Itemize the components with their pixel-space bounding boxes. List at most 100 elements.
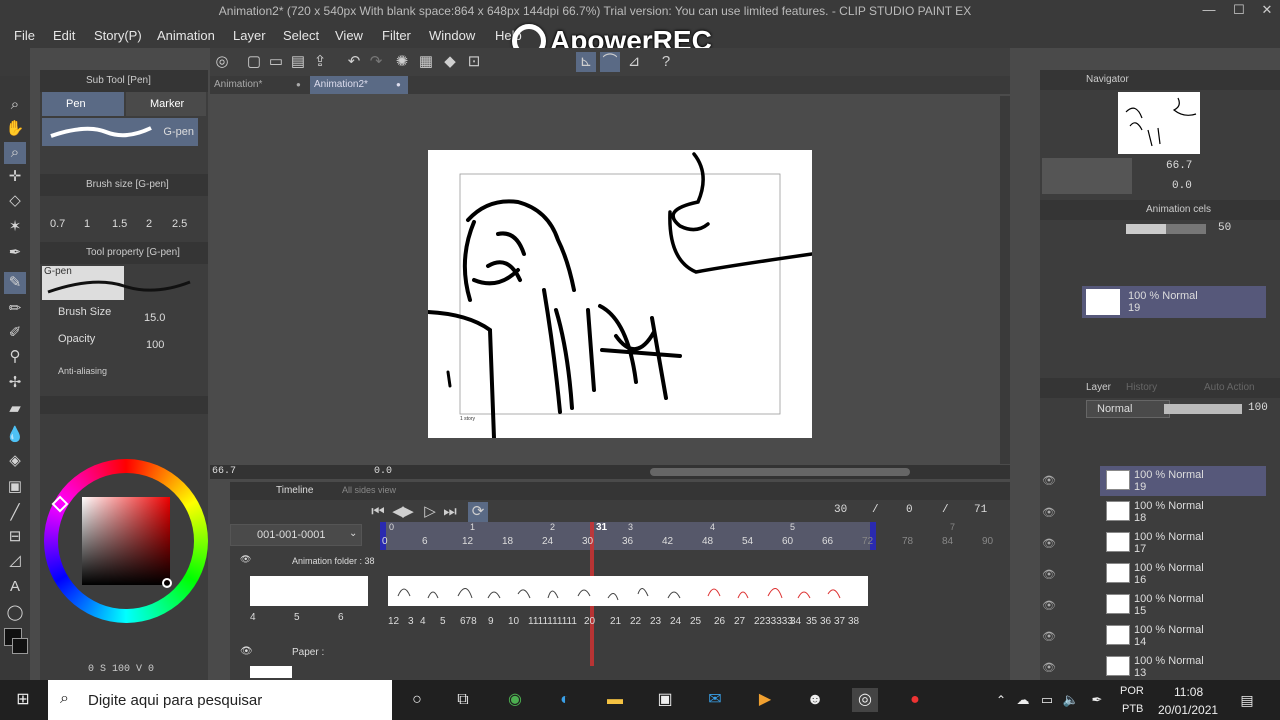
menu-animation[interactable]: Animation (157, 28, 215, 43)
clock-date[interactable]: 20/01/2021 (1158, 703, 1218, 717)
blend-icon[interactable]: 💧 (4, 424, 26, 446)
cel-opacity-slider[interactable] (1126, 224, 1206, 234)
clear-icon[interactable]: ✺ (392, 52, 412, 72)
ruler-snap-icon[interactable]: ⊾ (576, 52, 596, 72)
chrome-icon[interactable]: ◉ (502, 688, 528, 712)
sub-color-swatch[interactable] (12, 638, 28, 654)
eye-icon[interactable]: 👁 (1042, 537, 1056, 551)
eye-icon[interactable]: 👁 (1042, 568, 1056, 582)
tab-history[interactable]: History (1126, 378, 1157, 398)
loop-icon[interactable]: ⟳ (468, 502, 488, 522)
decoration-icon[interactable]: ✢ (4, 372, 26, 394)
cortana-icon[interactable]: ○ (404, 688, 430, 712)
left-cel-strip[interactable] (250, 576, 368, 606)
taskbar-search[interactable]: ⌕ Digite aqui para pesquisar (48, 680, 392, 720)
menu-filter[interactable]: Filter (382, 28, 411, 43)
layer-row[interactable]: 100 % Normal 17 (1100, 528, 1266, 558)
pen-icon[interactable]: ✒ (1084, 688, 1110, 712)
redo-icon[interactable]: ↷ (366, 52, 386, 72)
minimize-button[interactable]: — (1196, 2, 1222, 22)
last-frame-icon[interactable]: ⏭ (440, 502, 460, 522)
eye-icon[interactable]: 👁 (1042, 506, 1056, 520)
fill-bucket-icon[interactable]: ◈ (4, 450, 26, 472)
blend-mode-select[interactable]: Normal (1086, 400, 1170, 418)
brush-size-value[interactable]: 15.0 (144, 312, 165, 324)
first-frame-icon[interactable]: ⏮ (368, 502, 388, 522)
layer-row[interactable]: 100 % Normal 13 (1100, 652, 1266, 680)
ruler-icon[interactable]: ◿ (4, 550, 26, 572)
rotation-value[interactable]: 0.0 (374, 466, 392, 477)
animation-cel-row[interactable]: 100 % Normal 19 (1082, 286, 1266, 318)
brush-size-item[interactable]: 1 (84, 218, 90, 230)
next-frame-icon[interactable]: ▷ (420, 502, 440, 522)
eye-icon[interactable]: 👁 (1042, 661, 1056, 675)
move-tool-icon[interactable]: ✛ (4, 166, 26, 188)
pen-tool-icon[interactable]: ✎ (4, 272, 26, 294)
fill-icon[interactable]: ▦ (416, 52, 436, 72)
eye-icon[interactable]: 👁 (1042, 630, 1056, 644)
doc-tab-animation2[interactable]: Animation2* ● (310, 76, 408, 94)
new-file-icon[interactable]: ▢ (244, 52, 264, 72)
grid-snap-icon[interactable]: ⊿ (624, 52, 644, 72)
store-icon[interactable]: ▣ (652, 688, 678, 712)
layer-opacity-slider[interactable] (1164, 404, 1242, 414)
brush-tool-icon[interactable]: ✐ (4, 322, 26, 344)
zoom-value[interactable]: 66.7 (212, 466, 236, 477)
crop-icon[interactable]: ⊡ (464, 52, 484, 72)
recorder-taskbar-icon[interactable]: ● (902, 688, 928, 712)
menu-story[interactable]: Story(P) (94, 28, 142, 43)
tab-marker[interactable]: Marker (126, 92, 206, 116)
clip-studio-taskbar-icon[interactable]: ◎ (852, 688, 878, 712)
cloud-icon[interactable]: ☁ (1010, 688, 1036, 712)
media-player-icon[interactable]: ▶ (752, 688, 778, 712)
tab-pen[interactable]: Pen (42, 92, 124, 116)
brush-size-item[interactable]: 2.5 (172, 218, 187, 230)
network-icon[interactable]: ▭ (1034, 688, 1060, 712)
navigator-zoom[interactable]: 66.7 (1166, 160, 1192, 172)
brush-size-item[interactable]: 1.5 (112, 218, 127, 230)
language-line1[interactable]: POR (1120, 685, 1144, 697)
cel-strip[interactable] (388, 576, 868, 606)
airbrush-icon[interactable]: ⚲ (4, 346, 26, 368)
zoom-active-icon[interactable]: ⌕ (4, 142, 26, 164)
mail-icon[interactable]: ✉ (702, 688, 728, 712)
frame-icon[interactable]: ⊟ (4, 526, 26, 548)
app-icon[interactable]: ☻ (802, 688, 828, 712)
navigator-rotation[interactable]: 0.0 (1172, 180, 1192, 192)
navigator-controls[interactable] (1042, 158, 1132, 194)
balloon-icon[interactable]: ◯ (4, 602, 26, 624)
text-tool-icon[interactable]: A (4, 576, 26, 598)
undo-icon[interactable]: ↶ (344, 52, 364, 72)
maximize-button[interactable]: ☐ (1226, 2, 1252, 22)
layer-row[interactable]: 100 % Normal 16 (1100, 559, 1266, 589)
eyedropper-icon[interactable]: ✒ (4, 242, 26, 264)
navigator-preview[interactable] (1118, 92, 1200, 154)
color-square[interactable] (82, 497, 170, 585)
layer-opacity-value[interactable]: 100 (1248, 402, 1268, 414)
menu-window[interactable]: Window (429, 28, 475, 43)
open-folder-icon[interactable]: ▭ (266, 52, 286, 72)
eye-icon[interactable]: 👁 (1042, 474, 1056, 488)
menu-edit[interactable]: Edit (53, 28, 75, 43)
brush-gpen-item[interactable]: G-pen (42, 118, 198, 146)
brush-size-item[interactable]: 2 (146, 218, 152, 230)
canvas-horizontal-scrollbar[interactable] (650, 468, 910, 476)
all-sides-view-tab[interactable]: All sides view (342, 485, 396, 495)
special-ruler-icon[interactable]: ⌒ (600, 52, 620, 72)
pencil-tool-icon[interactable]: ✏ (4, 298, 26, 320)
transform-icon[interactable]: ◆ (440, 52, 460, 72)
menu-file[interactable]: File (14, 28, 35, 43)
magic-wand-icon[interactable]: ✶ (4, 216, 26, 238)
tab-auto-action[interactable]: Auto Action (1204, 378, 1255, 398)
drawing-canvas[interactable]: 1 story (426, 150, 814, 440)
help-icon[interactable]: ? (656, 52, 676, 72)
task-view-icon[interactable]: ⧉ (450, 688, 476, 712)
color-picker-marker[interactable] (162, 578, 172, 588)
layer-row[interactable]: 100 % Normal 19 (1100, 466, 1266, 496)
layer-row[interactable]: 100 % Normal 18 (1100, 497, 1266, 527)
doc-tab-close-icon[interactable]: ● (296, 76, 301, 94)
canvas-vertical-scrollbar[interactable] (1000, 96, 1010, 464)
menu-view[interactable]: View (335, 28, 363, 43)
gradient-icon[interactable]: ▣ (4, 476, 26, 498)
opacity-value[interactable]: 100 (146, 339, 164, 351)
